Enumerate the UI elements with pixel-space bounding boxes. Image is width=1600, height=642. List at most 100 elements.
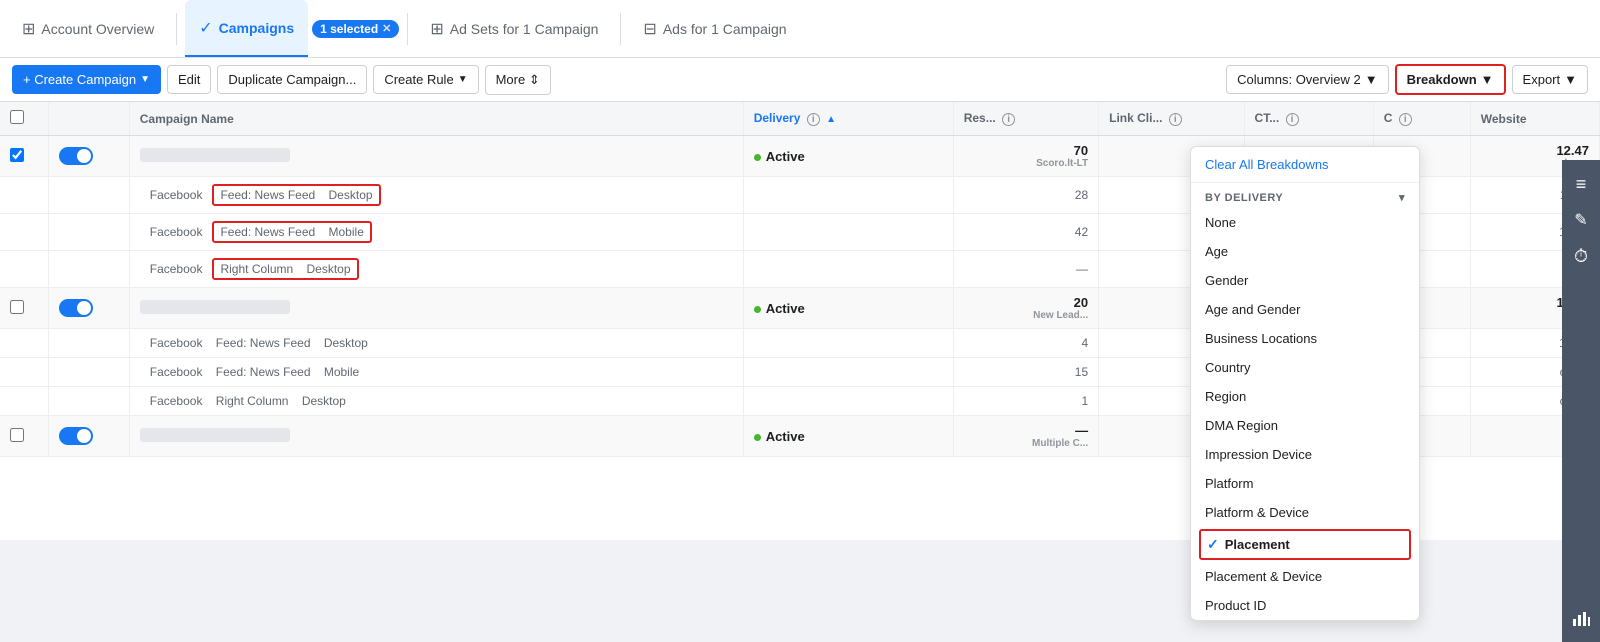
ads-icon: ⊟	[643, 19, 656, 39]
breakdown-caret-icon: ▼	[1481, 72, 1494, 87]
delivery-info-icon[interactable]: i	[807, 113, 820, 126]
campaign-name-blur	[140, 300, 290, 314]
row-res-cell: 20New Lead...	[953, 288, 1098, 329]
campaign-toggle[interactable]	[59, 427, 93, 445]
breakdown-item-impression-device[interactable]: Impression Device	[1191, 440, 1419, 469]
bd-res: 42	[953, 214, 1098, 251]
tab-account[interactable]: ⊞ Account Overview	[8, 0, 168, 57]
row-toggle-cell	[48, 416, 129, 457]
bd-delivery	[743, 358, 953, 387]
bd-delivery	[743, 329, 953, 358]
adsets-icon: ⊞	[430, 19, 443, 39]
top-tabs: ⊞ Account Overview ✓ Campaigns 1 selecte…	[0, 0, 1600, 58]
tab-ads[interactable]: ⊟ Ads for 1 Campaign	[629, 0, 800, 57]
bd-check	[0, 251, 48, 288]
breakdown-item-placement-device[interactable]: Placement & Device	[1191, 562, 1419, 591]
age-gender-label: Age and Gender	[1205, 302, 1300, 317]
breakdown-button[interactable]: Breakdown ▼	[1395, 64, 1506, 95]
delivery-status: Active	[766, 149, 805, 164]
bd-check	[0, 358, 48, 387]
edit-icon[interactable]: ✎	[1565, 204, 1597, 236]
duplicate-button[interactable]: Duplicate Campaign...	[217, 65, 367, 94]
edit-button[interactable]: Edit	[167, 65, 211, 94]
region-label: Region	[1205, 389, 1246, 404]
bd-delivery	[743, 214, 953, 251]
more-button[interactable]: More ⇕	[485, 65, 551, 95]
delivery-sort-icon: ▲	[826, 114, 836, 125]
breakdown-item-platform-device[interactable]: Platform & Device	[1191, 498, 1419, 527]
placement-device-label: Placement & Device	[1205, 569, 1322, 584]
breakdown-item-product-id[interactable]: Product ID	[1191, 591, 1419, 620]
dropdown-section-by-delivery: BY DELIVERY ▾	[1191, 183, 1419, 208]
breakdown-item-dma[interactable]: DMA Region	[1191, 411, 1419, 440]
th-c: C i	[1373, 102, 1470, 136]
row-res-cell: 70Scoro.lt-LT	[953, 136, 1098, 177]
row-toggle-cell	[48, 136, 129, 177]
bd-res: —	[953, 251, 1098, 288]
export-caret-icon: ▼	[1564, 72, 1577, 87]
row-checkbox[interactable]	[10, 300, 24, 314]
bd-toggle	[48, 358, 129, 387]
placement-check-icon: ✓	[1207, 536, 1219, 553]
tab-campaigns[interactable]: ✓ Campaigns	[185, 0, 308, 57]
bd-placement-highlighted: Feed: News Feed Mobile	[212, 221, 371, 243]
res-label: Multiple C...	[964, 438, 1088, 449]
breakdown-item-age[interactable]: Age	[1191, 237, 1419, 266]
bd-name: Facebook Feed: News Feed Desktop	[129, 177, 743, 214]
res-label: Scoro.lt-LT	[964, 158, 1088, 169]
dma-label: DMA Region	[1205, 418, 1278, 433]
row-toggle-cell	[48, 288, 129, 329]
row-checkbox[interactable]	[10, 148, 24, 162]
th-checkbox	[0, 102, 48, 136]
campaign-toggle[interactable]	[59, 147, 93, 165]
bd-name: Facebook Right Column Desktop	[129, 387, 743, 416]
breakdown-item-placement[interactable]: ✓ Placement	[1199, 529, 1411, 560]
ctr-info-icon[interactable]: i	[1286, 113, 1299, 126]
create-campaign-button[interactable]: + Create Campaign ▼	[12, 65, 161, 94]
select-all-checkbox[interactable]	[10, 110, 24, 124]
row-checkbox[interactable]	[10, 428, 24, 442]
th-delivery[interactable]: Delivery i ▲	[743, 102, 953, 136]
row-delivery-cell: Active	[743, 288, 953, 329]
age-label: Age	[1205, 244, 1228, 259]
th-website: Website	[1470, 102, 1599, 136]
country-label: Country	[1205, 360, 1251, 375]
breakdown-item-country[interactable]: Country	[1191, 353, 1419, 382]
create-rule-label: Create Rule	[384, 72, 453, 87]
none-label: None	[1205, 215, 1236, 230]
results-info-icon[interactable]: i	[1002, 113, 1015, 126]
breakdown-item-business-locations[interactable]: Business Locations	[1191, 324, 1419, 353]
bd-delivery	[743, 251, 953, 288]
sidebar-toggle-icon[interactable]: ≡	[1565, 168, 1597, 200]
bd-check	[0, 387, 48, 416]
tab-adsets[interactable]: ⊞ Ad Sets for 1 Campaign	[416, 0, 612, 57]
platform-device-label: Platform & Device	[1205, 505, 1309, 520]
selected-badge[interactable]: 1 selected ✕	[312, 20, 399, 38]
platform-label: Platform	[1205, 476, 1253, 491]
history-icon[interactable]: ⏱	[1565, 240, 1597, 272]
status-dot-active	[754, 306, 761, 313]
create-rule-caret-icon: ▼	[458, 74, 468, 85]
columns-label: Columns: Overview 2	[1237, 72, 1361, 87]
breakdown-item-gender[interactable]: Gender	[1191, 266, 1419, 295]
placement-label: Placement	[1225, 537, 1290, 552]
create-rule-button[interactable]: Create Rule ▼	[373, 65, 478, 94]
chart-icon[interactable]	[1565, 602, 1597, 634]
breakdown-item-none[interactable]: None	[1191, 208, 1419, 237]
row-delivery-cell: Active	[743, 416, 953, 457]
export-button[interactable]: Export ▼	[1512, 65, 1588, 94]
clear-all-breakdowns-link[interactable]: Clear All Breakdowns	[1205, 157, 1329, 172]
toolbar-right: Columns: Overview 2 ▼ Breakdown ▼ Export…	[1226, 64, 1588, 95]
campaign-toggle[interactable]	[59, 299, 93, 317]
dropdown-header: Clear All Breakdowns	[1191, 147, 1419, 183]
campaign-name-blur	[140, 148, 290, 162]
breakdown-item-region[interactable]: Region	[1191, 382, 1419, 411]
status-dot-active	[754, 434, 761, 441]
main-content: Campaign Name Delivery i ▲ Res... i Link…	[0, 102, 1600, 540]
breakdown-item-platform[interactable]: Platform	[1191, 469, 1419, 498]
columns-button[interactable]: Columns: Overview 2 ▼	[1226, 65, 1388, 94]
breakdown-item-age-gender[interactable]: Age and Gender	[1191, 295, 1419, 324]
clear-selection-button[interactable]: ✕	[382, 22, 391, 35]
c-info-icon[interactable]: i	[1399, 113, 1412, 126]
link-clicks-info-icon[interactable]: i	[1169, 113, 1182, 126]
